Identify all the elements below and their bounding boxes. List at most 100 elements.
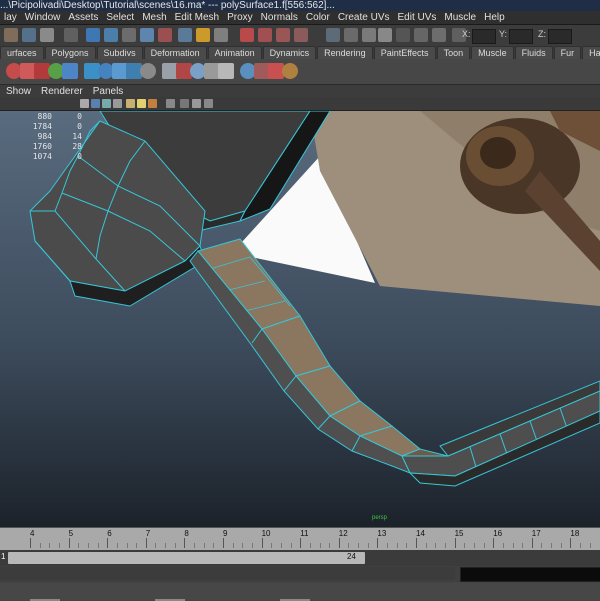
frame-tick-minor xyxy=(232,543,234,548)
shelf-tab-hair[interactable]: Hair xyxy=(582,46,600,59)
command-result-field xyxy=(460,567,600,582)
shelf-tab-fluids[interactable]: Fluids xyxy=(514,46,553,59)
frame-tick xyxy=(531,538,533,548)
flat-shade-icon[interactable] xyxy=(102,99,111,108)
frame-tick-minor xyxy=(464,543,466,548)
use-all-lights-icon[interactable] xyxy=(137,99,146,108)
frame-tick-minor xyxy=(39,543,41,548)
x-coord-field[interactable] xyxy=(472,29,496,44)
shelf-tab-animation[interactable]: Animation xyxy=(207,46,262,59)
input-output-icon[interactable] xyxy=(214,28,228,42)
frame-tick-minor xyxy=(348,543,350,548)
xray-icon[interactable] xyxy=(166,99,175,108)
show-hide-icon[interactable] xyxy=(378,28,392,42)
menu-mesh[interactable]: Mesh xyxy=(138,11,170,24)
shelf-tab-painteffects[interactable]: PaintEffects xyxy=(373,46,436,59)
frame-tick-label: 12 xyxy=(338,529,348,538)
perspective-viewport[interactable]: 880 0 1784 0 984 14 1760 28 1074 0 persp xyxy=(0,111,600,527)
select-by-component-icon[interactable] xyxy=(40,28,54,42)
z-coord-label: Z: xyxy=(538,29,546,39)
smooth-icon[interactable] xyxy=(140,63,156,79)
z-coord-field[interactable] xyxy=(548,29,572,44)
range-slider[interactable]: 1 24 xyxy=(0,550,600,566)
menu-edit-mesh[interactable]: Edit Mesh xyxy=(171,11,223,24)
range-start-label: 1 xyxy=(1,552,6,561)
shelf-tab-muscle[interactable]: Muscle xyxy=(471,46,514,59)
sculpt-icon[interactable] xyxy=(414,28,428,42)
tool-settings-icon[interactable] xyxy=(344,28,358,42)
frame-tick-minor xyxy=(271,543,273,548)
frame-tick-minor xyxy=(435,543,437,548)
frame-tick-minor xyxy=(116,543,118,548)
range-slider-bar[interactable] xyxy=(8,552,365,564)
menu-normals[interactable]: Normals xyxy=(257,11,302,24)
channel-box-icon[interactable] xyxy=(362,28,376,42)
frame-tick-minor xyxy=(522,543,524,548)
layer-editor-icon[interactable] xyxy=(432,28,446,42)
plane-icon[interactable] xyxy=(62,63,78,79)
smooth-shade-icon[interactable] xyxy=(91,99,100,108)
menu-proxy[interactable]: Proxy xyxy=(223,11,257,24)
construction-history-icon[interactable] xyxy=(196,28,210,42)
y-coord-label: Y: xyxy=(499,29,508,39)
snap-curve-icon[interactable] xyxy=(104,28,118,42)
shadows-icon[interactable] xyxy=(148,99,157,108)
frame-tick-minor xyxy=(155,543,157,548)
shelf-tab-subdivs[interactable]: Subdivs xyxy=(96,46,143,59)
menu-create-uvs[interactable]: Create UVs xyxy=(334,11,394,24)
attribute-editor-icon[interactable] xyxy=(326,28,340,42)
make-live-icon[interactable] xyxy=(158,28,172,42)
frame-tick-minor xyxy=(97,543,99,548)
textured-icon[interactable] xyxy=(126,99,135,108)
window-title-bar: ...\Picipolivadi\Desktop\Tutorial\scenes… xyxy=(0,0,600,11)
modeling-toolkit-icon[interactable] xyxy=(396,28,410,42)
grid-toggle-icon[interactable] xyxy=(192,99,201,108)
menu-window[interactable]: Window xyxy=(21,11,65,24)
frame-tick-minor xyxy=(280,543,282,548)
render-current-frame-icon[interactable] xyxy=(240,28,254,42)
menu-color[interactable]: Color xyxy=(302,11,334,24)
shelf-tab-polygons[interactable]: Polygons xyxy=(44,46,96,59)
frame-tick-label: 14 xyxy=(416,529,425,538)
frame-tick-minor xyxy=(319,543,321,548)
shelf-tab-rendering[interactable]: Rendering xyxy=(317,46,373,59)
snap-view-plane-icon[interactable] xyxy=(140,28,154,42)
paint-icon[interactable] xyxy=(282,63,298,79)
vertex-mask-icon[interactable] xyxy=(64,28,78,42)
shelf-tab-toon[interactable]: Toon xyxy=(436,46,471,59)
menu-help[interactable]: Help xyxy=(480,11,509,24)
camera-attributes-icon[interactable] xyxy=(204,99,213,108)
hypershade-icon[interactable] xyxy=(294,28,308,42)
select-by-object-icon[interactable] xyxy=(22,28,36,42)
frame-tick-minor xyxy=(194,543,196,548)
shelf-tab-fur[interactable]: Fur xyxy=(553,46,582,59)
frame-tick-label: 17 xyxy=(531,529,541,538)
snap-point-icon[interactable] xyxy=(122,28,136,42)
select-by-hierarchy-icon[interactable] xyxy=(4,28,18,42)
menu-assets[interactable]: Assets xyxy=(64,11,102,24)
snap-grid-icon[interactable] xyxy=(86,28,100,42)
wireframe-on-shaded-icon[interactable] xyxy=(113,99,122,108)
ipr-render-icon[interactable] xyxy=(258,28,272,42)
menu-edit-uvs[interactable]: Edit UVs xyxy=(394,11,441,24)
extrude-icon[interactable] xyxy=(218,63,234,79)
time-slider[interactable]: 4 5 6 7 8 9 10 11 12 13 14 15 16 17 18 xyxy=(0,527,600,550)
wireframe-icon[interactable] xyxy=(80,99,89,108)
menu-muscle[interactable]: Muscle xyxy=(440,11,480,24)
frame-tick xyxy=(454,538,456,548)
menu-select[interactable]: Select xyxy=(102,11,138,24)
frame-tick xyxy=(145,538,147,548)
render-settings-icon[interactable] xyxy=(276,28,290,42)
shelf-tab-dynamics[interactable]: Dynamics xyxy=(262,46,317,59)
command-input[interactable] xyxy=(0,567,455,580)
menu-lay[interactable]: lay xyxy=(0,11,21,24)
isolate-select-icon[interactable] xyxy=(180,99,189,108)
y-coord-field[interactable] xyxy=(509,29,533,44)
shelf-tab-urfaces[interactable]: urfaces xyxy=(0,46,44,59)
frame-tick-minor xyxy=(551,543,553,548)
frame-tick-minor xyxy=(502,543,504,548)
history-icon[interactable] xyxy=(178,28,192,42)
frame-tick-minor xyxy=(58,543,60,548)
hud-value: 0 xyxy=(77,122,82,131)
shelf-tab-deformation[interactable]: Deformation xyxy=(143,46,207,59)
